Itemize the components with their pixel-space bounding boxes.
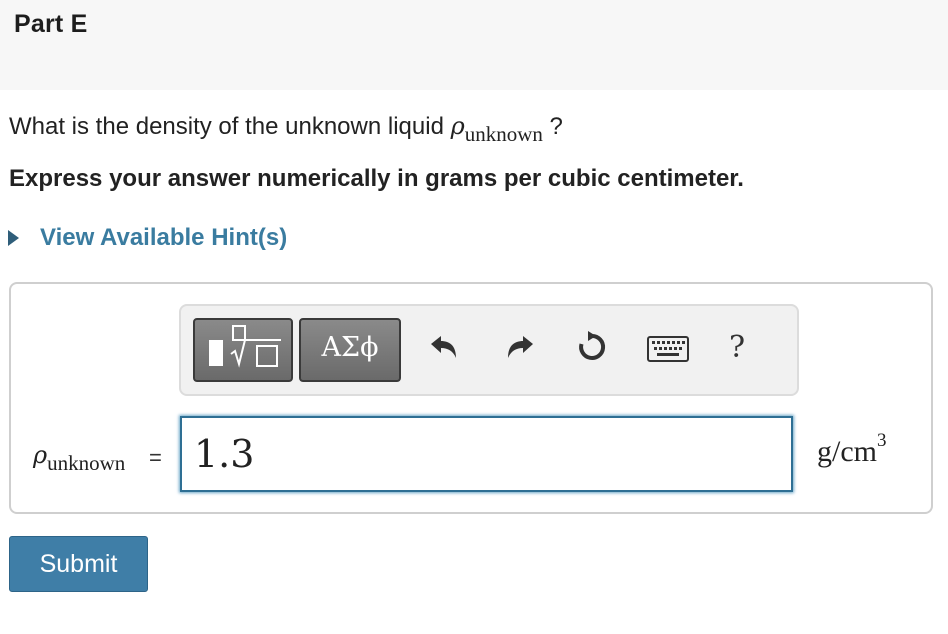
- unit-base: g/cm: [817, 435, 877, 468]
- caret-right-icon: [8, 230, 19, 246]
- unit-exponent: 3: [877, 430, 887, 451]
- keyboard-icon[interactable]: [647, 336, 689, 362]
- templates-icon: [209, 325, 281, 368]
- instruction-text: Express your answer numerically in grams…: [9, 165, 744, 192]
- help-icon[interactable]: ?: [729, 330, 745, 365]
- answer-rho-subscript: unknown: [47, 451, 126, 475]
- view-hints-link[interactable]: View Available Hint(s): [40, 224, 287, 252]
- part-title: Part E: [14, 10, 88, 38]
- question-suffix: ?: [542, 113, 563, 140]
- undo-icon[interactable]: [428, 332, 460, 364]
- rho-symbol: ρ: [450, 112, 465, 140]
- answer-variable-label: ρunknown: [33, 441, 125, 475]
- question-prefix: What is the density of the unknown liqui…: [9, 113, 451, 140]
- reset-icon[interactable]: [575, 330, 609, 364]
- redo-icon[interactable]: [504, 332, 536, 364]
- greek-symbols-label: ΑΣϕ: [321, 332, 379, 363]
- unit-label: g/cm3: [817, 430, 887, 469]
- question-text: What is the density of the unknown liqui…: [9, 112, 563, 146]
- submit-button[interactable]: Submit: [9, 536, 148, 592]
- part-header: Part E: [0, 0, 948, 90]
- math-toolbar: ΑΣϕ ?: [179, 304, 799, 396]
- equals-sign: =: [149, 445, 162, 470]
- greek-symbols-button[interactable]: ΑΣϕ: [299, 318, 401, 382]
- rho-subscript: unknown: [464, 122, 543, 146]
- answer-input[interactable]: [180, 416, 793, 492]
- answer-rho-symbol: ρ: [33, 441, 48, 469]
- hint-toggle[interactable]: View Available Hint(s): [8, 224, 287, 252]
- templates-button[interactable]: [193, 318, 293, 382]
